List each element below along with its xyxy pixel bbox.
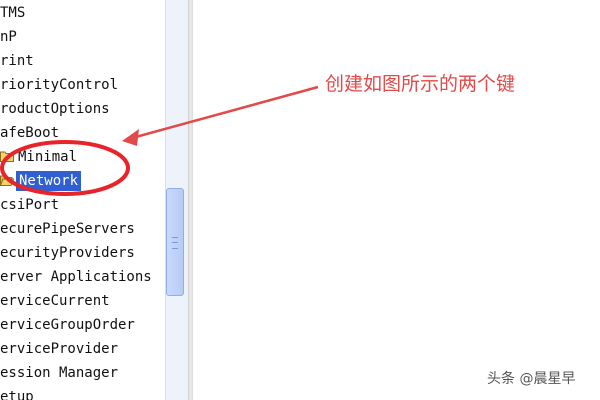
arrowhead-icon xyxy=(122,129,139,146)
watermark: 头条 @晨星早 xyxy=(487,371,576,387)
highlight-ellipse xyxy=(0,140,130,196)
annotation-arrow-line xyxy=(131,85,319,140)
annotation-overlay xyxy=(0,85,319,196)
annotation-text: 创建如图所示的两个键 xyxy=(325,73,516,95)
